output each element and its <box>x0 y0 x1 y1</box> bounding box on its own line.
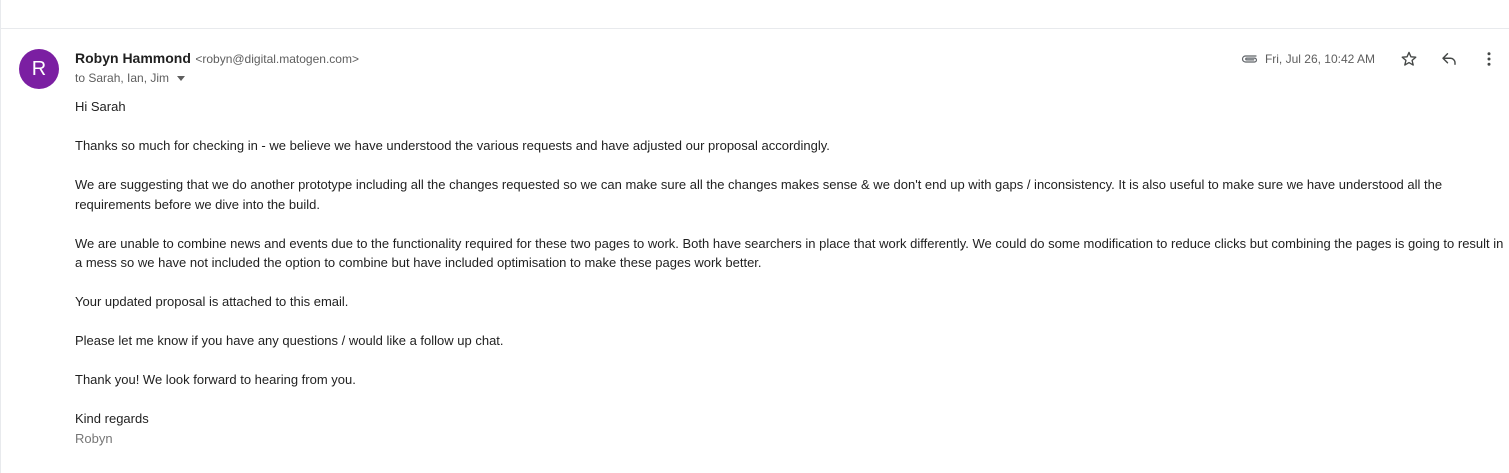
reply-icon <box>1442 53 1456 65</box>
greeting: Hi Sarah <box>75 99 126 114</box>
star-icon <box>1401 51 1417 66</box>
header-divider <box>1 28 1509 29</box>
recipients-line: to Sarah, Ian, Jim <box>75 71 186 85</box>
signature: Robyn <box>75 430 113 446</box>
sender-name[interactable]: Robyn Hammond <box>75 50 191 66</box>
recipient-details-toggle-icon[interactable] <box>177 75 186 81</box>
more-options-button[interactable] <box>1469 48 1509 70</box>
message-meta: Fri, Jul 26, 10:42 AM <box>1241 48 1509 70</box>
avatar[interactable]: R <box>19 49 59 89</box>
sender-email: <robyn@digital.matogen.com> <box>195 52 359 66</box>
body-paragraph: We are suggesting that we do another pro… <box>75 177 1443 212</box>
body-paragraph: Thank you! We look forward to hearing fr… <box>75 372 356 387</box>
body-paragraph: Thanks so much for checking in - we beli… <box>75 138 830 153</box>
message-date: Fri, Jul 26, 10:42 AM <box>1264 52 1375 66</box>
recipients-text: to Sarah, Ian, Jim <box>75 71 170 85</box>
closing: Kind regards <box>75 411 149 426</box>
sender-line: Robyn Hammond <robyn@digital.matogen.com… <box>75 50 359 68</box>
star-button[interactable] <box>1389 48 1429 70</box>
email-message-view: R Robyn Hammond <robyn@digital.matogen.c… <box>0 0 1509 473</box>
body-paragraph: Please let me know if you have any quest… <box>75 333 504 348</box>
body-paragraph: We are unable to combine news and events… <box>75 235 1504 271</box>
message-body: Hi Sarah Thanks so much for checking in … <box>75 97 1507 448</box>
reply-button[interactable] <box>1429 48 1469 70</box>
more-vert-icon <box>1487 52 1491 66</box>
paperclip-icon <box>1241 55 1257 63</box>
body-paragraph: Your updated proposal is attached to thi… <box>75 294 349 309</box>
